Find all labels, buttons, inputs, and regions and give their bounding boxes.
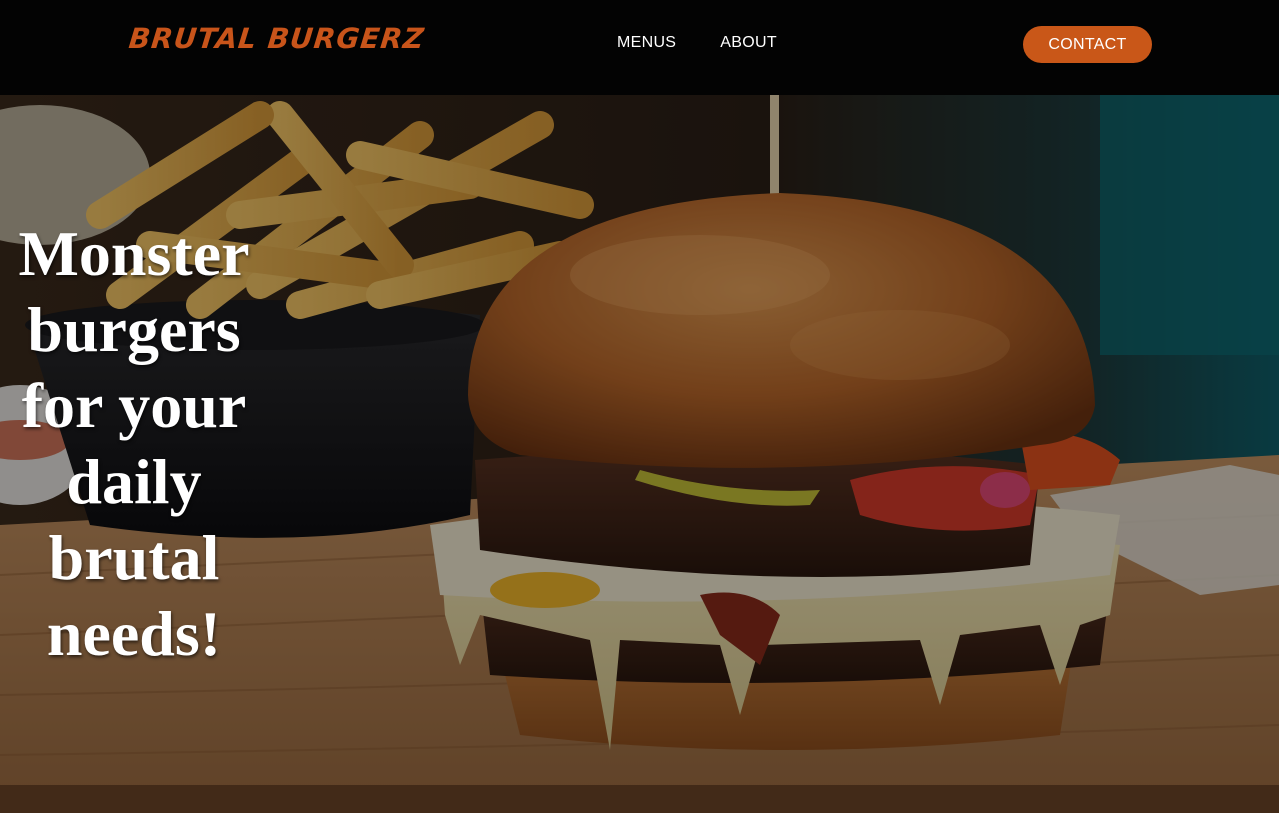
landing-page: BRUTAL BURGERZ MENUS ABOUT CONTACT Monst… <box>0 0 1279 813</box>
nav-link-menus[interactable]: MENUS <box>617 34 676 52</box>
hero-section: Monster burgers for your daily brutal ne… <box>0 95 1279 813</box>
site-header: BRUTAL BURGERZ MENUS ABOUT CONTACT <box>0 0 1279 95</box>
contact-button[interactable]: CONTACT <box>1023 26 1152 63</box>
nav-link-about[interactable]: ABOUT <box>720 34 777 52</box>
main-nav: MENUS ABOUT <box>617 34 777 52</box>
hero-headline: Monster burgers for your daily brutal ne… <box>18 217 250 669</box>
brand-logo[interactable]: BRUTAL BURGERZ <box>127 22 426 55</box>
